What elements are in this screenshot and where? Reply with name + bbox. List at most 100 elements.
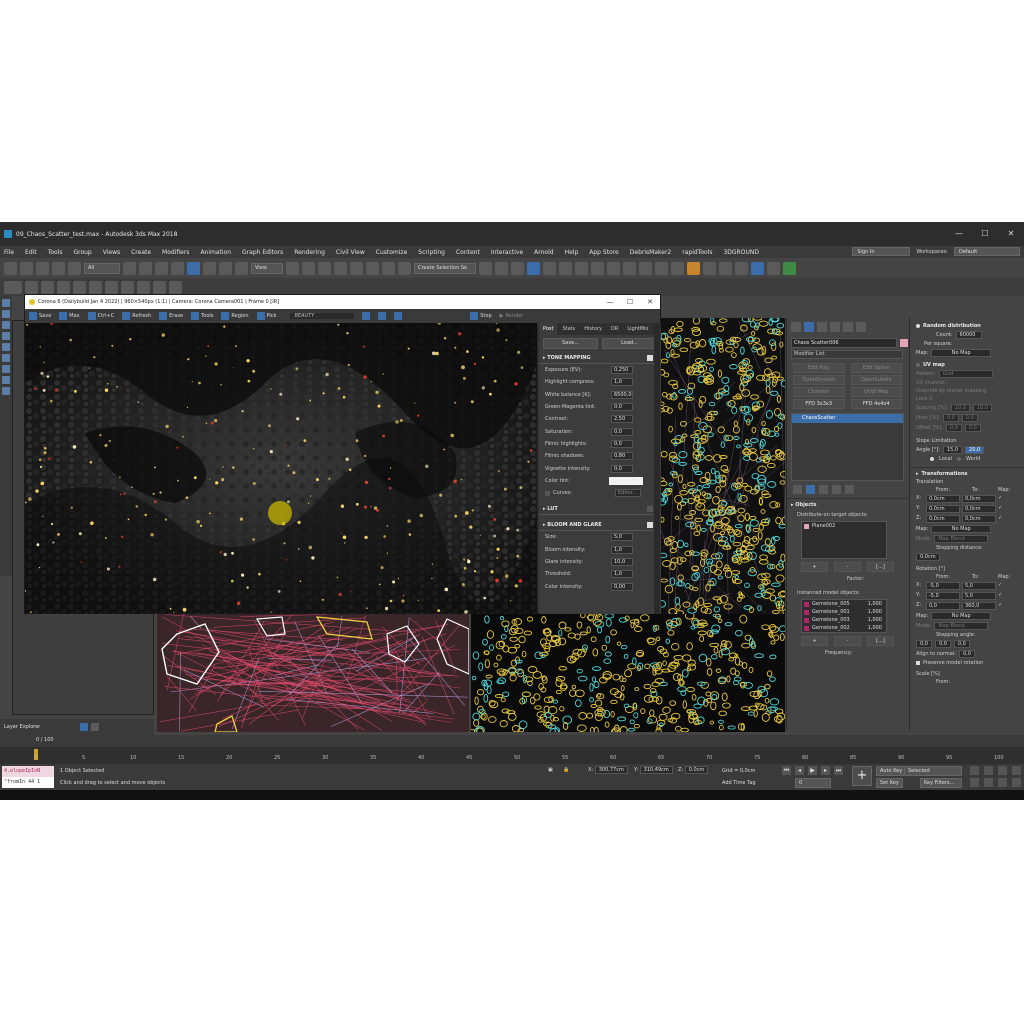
menu-debrismaker[interactable]: DebrisMaker2 (630, 249, 671, 256)
shelf-icon-2[interactable] (41, 280, 54, 294)
timeline-ruler[interactable]: 0 5 10 15 20 25 30 35 40 45 50 55 60 65 70 75 80 85 90 95 10… (0, 747, 1024, 764)
object-name-field[interactable]: Chaos Scatter006 (791, 338, 908, 348)
ribbon-icon[interactable] (543, 261, 556, 275)
utilities-tab-icon[interactable] (856, 322, 866, 332)
maximize-viewport-icon[interactable] (970, 778, 979, 787)
create-tab-icon[interactable] (791, 322, 801, 332)
percent-snap-icon[interactable] (366, 261, 379, 275)
vfb-maximize-button[interactable]: ☐ (620, 295, 640, 309)
render-setup-icon[interactable] (607, 261, 620, 275)
spacing-v-field[interactable]: 10,0 (972, 404, 993, 412)
exposure-field[interactable]: 0,250 (611, 366, 633, 375)
menu-file[interactable]: File (4, 249, 14, 256)
play-icon[interactable]: ▶ (808, 766, 817, 775)
align-normal-field[interactable]: 0,0 (958, 650, 975, 658)
tone-mapping-checkbox[interactable] (647, 354, 653, 361)
sort-icon[interactable] (2, 365, 10, 373)
bloom-glare-checkbox[interactable] (647, 521, 653, 528)
objects-rollout[interactable]: ▸ Objects (787, 498, 908, 511)
preserve-rotation-checkbox[interactable]: Preserve model rotation (910, 659, 1024, 667)
rotation-mode-dropdown[interactable]: Map Blend (934, 622, 989, 630)
size-field[interactable]: 5,0 (611, 533, 633, 542)
color-tint-swatch[interactable] (609, 476, 643, 485)
vfb-pick-button[interactable]: Pick (256, 312, 276, 320)
menu-civil-view[interactable]: Civil View (336, 249, 365, 256)
color-intensity-field[interactable]: 0,00 (611, 582, 633, 591)
link-icon[interactable] (36, 261, 49, 275)
render-teapot-icon[interactable] (671, 261, 684, 275)
keyboard-shortcut-icon[interactable] (318, 261, 331, 275)
more-target-button[interactable]: [...] (867, 562, 894, 572)
transformations-rollout[interactable]: ▸ Transformations (910, 467, 1024, 478)
instanced-item[interactable]: Gemstone_002 1,000 (802, 624, 886, 632)
render-cloud-icon[interactable] (687, 261, 700, 275)
select-by-name-icon[interactable] (139, 261, 152, 275)
remove-modifier-icon[interactable] (832, 485, 841, 494)
script-icon[interactable] (767, 261, 780, 275)
rect-selection-icon[interactable] (155, 261, 168, 275)
shelf-icon-7[interactable] (121, 280, 134, 294)
render-iterative-icon[interactable] (655, 261, 668, 275)
pivot-center-icon[interactable] (286, 261, 299, 275)
redo-icon[interactable] (20, 261, 33, 275)
vfb-panel-scrollbar[interactable] (654, 323, 660, 614)
menu-3dground[interactable]: 3DGROUND (723, 249, 758, 256)
named-selection-dropdown[interactable]: Create Selection Se (414, 262, 476, 274)
maxscript-input[interactable]: "fromIn 44 1 (2, 777, 54, 788)
random-distribution-radio[interactable]: Random distribution (910, 322, 1024, 330)
translation-y-to-field[interactable]: 0,0cm (962, 505, 996, 513)
jitter-v-field[interactable]: 0,0 (961, 414, 978, 422)
target-objects-list[interactable]: Plane002 (801, 521, 887, 559)
opensubdiv-button[interactable]: OpenSubdiv (850, 375, 902, 385)
translation-z-to-field[interactable]: 0,0cm (962, 515, 996, 523)
polygon-modeling-icon[interactable] (4, 280, 22, 294)
ffd-4x4x4-button[interactable]: FFD 4x4x4 (850, 399, 902, 409)
vfb-max-button[interactable]: Max (59, 312, 80, 320)
threshold-field[interactable]: 1,0 (611, 570, 633, 579)
shelf-icon-10[interactable] (169, 280, 182, 294)
zoom-in-icon[interactable] (362, 312, 371, 320)
orbit-icon[interactable] (984, 766, 993, 775)
post-save-button[interactable]: Save... (543, 338, 598, 349)
current-frame-field[interactable]: 0 (795, 778, 831, 788)
menu-rendering[interactable]: Rendering (294, 249, 325, 256)
vfb-save-button[interactable]: Save (29, 312, 51, 320)
translation-z-from-field[interactable]: 0,0cm (926, 515, 960, 523)
bind-space-warp-icon[interactable] (68, 261, 81, 275)
motion-tab-icon[interactable] (830, 322, 840, 332)
shelf-icon-9[interactable] (153, 280, 166, 294)
pattern-dropdown[interactable]: Grid (938, 370, 993, 378)
target-item-plane002[interactable]: Plane002 (802, 522, 886, 530)
select-scale-icon[interactable] (219, 261, 232, 275)
menu-scripting[interactable]: Scripting (418, 249, 445, 256)
filter-icon[interactable] (2, 343, 10, 351)
translation-y-from-field[interactable]: 0,0cm (926, 505, 960, 513)
pan-icon[interactable] (998, 766, 1007, 775)
zoom-out-icon[interactable] (378, 312, 387, 320)
layer-explorer-icon[interactable] (527, 261, 540, 275)
render-production-icon[interactable] (639, 261, 652, 275)
stepping-distance-field[interactable]: 0,0cm (916, 553, 940, 561)
translation-x-to-field[interactable]: 0,0cm (962, 495, 996, 503)
post-load-button[interactable]: Load... (602, 338, 657, 349)
translation-x-from-field[interactable]: 0,0cm (926, 495, 960, 503)
curves-checkbox[interactable] (545, 490, 550, 496)
select-manipulate-icon[interactable] (302, 261, 315, 275)
time-slider[interactable]: 0 / 100 (0, 735, 1024, 747)
select-place-icon[interactable] (235, 261, 248, 275)
remove-instance-button[interactable]: - (834, 636, 861, 646)
zoom-extents-icon[interactable] (970, 766, 979, 775)
minimize-button[interactable]: — (946, 222, 972, 246)
x-coord-field[interactable]: 300,77cm (594, 766, 628, 774)
modifier-list-dropdown[interactable]: Modifier List (791, 350, 903, 359)
angle-to-field[interactable]: 20,0 (965, 446, 985, 454)
translation-mode-dropdown[interactable]: Map Blend (934, 535, 989, 543)
world-radio[interactable]: World (966, 456, 980, 462)
rotation-z-to-field[interactable]: 360,0 (962, 602, 996, 610)
show-end-result-icon[interactable] (806, 485, 815, 494)
instanced-item[interactable]: Gemstone_005 1,000 (802, 600, 886, 608)
a360-icon[interactable] (703, 261, 716, 275)
more-instance-button[interactable]: [...] (867, 636, 894, 646)
prev-frame-icon[interactable]: ◂ (795, 766, 804, 775)
set-key-button[interactable]: Set Key (876, 778, 903, 788)
